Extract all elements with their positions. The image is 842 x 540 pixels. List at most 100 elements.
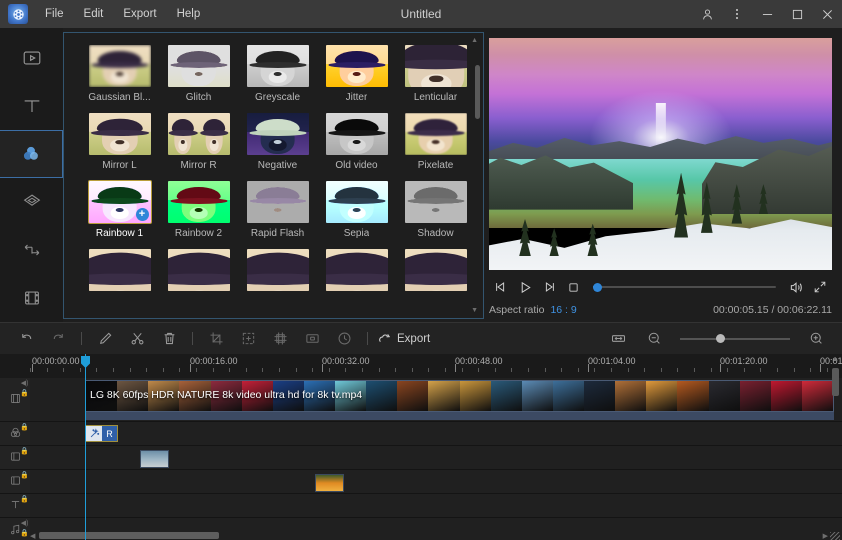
redo-button[interactable] [45,326,71,352]
speed-button[interactable] [331,326,357,352]
effect-thumbnail[interactable] [405,45,467,87]
close-button[interactable] [812,0,842,28]
effect-item[interactable]: Shadow [396,181,475,239]
track-header[interactable]: 🔒 [0,422,30,445]
vscroll-up-arrow[interactable]: ▲ [831,356,840,363]
track-lock-icon[interactable]: 🔒 [20,448,29,455]
zoom-slider-knob[interactable] [716,334,725,343]
aspect-ratio-value[interactable]: 16 : 9 [550,304,576,316]
timeline-horizontal-scrollbar[interactable]: ◀ ▶ [30,531,828,540]
track-lock-icon[interactable]: 🔒 [20,472,29,479]
track-lock-icon[interactable]: 🔒 [20,496,29,503]
minimize-button[interactable] [752,0,782,28]
effect-thumbnail[interactable] [168,45,230,87]
track-lane[interactable] [30,470,842,493]
export-button[interactable]: Export [377,331,430,346]
sidebar-item-effects[interactable] [0,130,63,178]
undo-button[interactable] [13,326,39,352]
effect-item[interactable]: Mirror R [159,113,238,171]
effect-thumbnail[interactable] [405,249,467,291]
track-lane[interactable]: R [30,422,842,445]
effect-item[interactable]: Negative [238,113,317,171]
effect-thumbnail[interactable]: + [89,181,151,223]
play-button[interactable] [513,275,537,299]
green-screen-button[interactable] [267,326,293,352]
track-header[interactable]: ◀) 🔒 [0,518,30,540]
library-scrollbar[interactable]: ▲ ▼ [475,39,480,312]
split-button[interactable] [124,326,150,352]
effect-thumbnail[interactable] [168,181,230,223]
sidebar-item-overlay[interactable] [0,178,63,226]
effect-item[interactable]: Sepia [317,181,396,239]
effect-item[interactable]: Jitter [317,45,396,103]
effect-thumbnail[interactable] [168,113,230,155]
scroll-up-arrow[interactable]: ▲ [471,37,478,44]
effect-item[interactable]: Lenticular [396,45,475,103]
clip-audio-strip[interactable] [85,412,834,420]
fit-timeline-button[interactable] [605,326,631,352]
fullscreen-button[interactable] [808,275,832,299]
effect-thumbnail[interactable] [326,45,388,87]
volume-button[interactable] [784,275,808,299]
effect-item[interactable]: Glitch [159,45,238,103]
effect-item[interactable]: Gaussian Bl... [80,45,159,103]
timeline-vertical-scrollbar[interactable]: ▲ [831,356,840,526]
maximize-button[interactable] [782,0,812,28]
account-button[interactable] [692,0,722,28]
effect-thumbnail[interactable] [168,249,230,291]
pip-clip-beach[interactable] [140,450,169,468]
menu-help[interactable]: Help [168,4,210,24]
hscroll-track[interactable] [39,532,818,539]
track-lane[interactable]: LG 8K 60fps HDR NATURE 8k video ultra hd… [30,378,842,421]
effect-thumbnail[interactable] [247,249,309,291]
track-lane[interactable] [30,446,842,469]
track-header[interactable]: 🔒 [0,470,30,493]
effect-item[interactable] [159,249,238,296]
sidebar-item-media[interactable] [0,34,63,82]
track-lock-icon[interactable]: 🔒 [20,390,29,397]
add-effect-badge[interactable]: + [136,208,149,221]
scroll-left-arrow[interactable]: ◀ [30,532,35,540]
effect-item[interactable]: + Rainbow 1 [80,181,159,239]
track-header[interactable]: 🔒 [0,446,30,469]
effect-item[interactable] [396,249,475,296]
effect-item[interactable]: Rapid Flash [238,181,317,239]
stop-button[interactable] [561,275,585,299]
track-lane[interactable] [30,494,842,517]
effect-thumbnail[interactable] [326,181,388,223]
edit-button[interactable] [92,326,118,352]
more-options-button[interactable] [722,0,752,28]
sidebar-item-elements[interactable] [0,274,63,322]
timeline-ruler[interactable]: 00:00:00.0000:00:16.0000:00:32.0000:00:4… [30,354,842,378]
effect-thumbnail[interactable] [326,113,388,155]
effect-item[interactable] [317,249,396,296]
progress-knob[interactable] [593,283,602,292]
effect-clip[interactable]: R [85,425,118,442]
effect-item[interactable] [80,249,159,296]
scroll-right-arrow[interactable]: ▶ [823,532,828,540]
effect-thumbnail[interactable] [405,181,467,223]
zoom-slider[interactable] [680,332,790,346]
library-scrollbar-thumb[interactable] [475,65,480,119]
menu-file[interactable]: File [36,4,73,24]
effect-thumbnail[interactable] [89,113,151,155]
vscroll-thumb[interactable] [832,368,839,396]
zoom-in-button[interactable] [803,326,829,352]
playhead[interactable] [85,366,86,528]
effect-item[interactable]: Old video [317,113,396,171]
effect-thumbnail[interactable] [405,113,467,155]
effect-item[interactable]: Pixelate [396,113,475,171]
playback-progress-slider[interactable] [593,277,776,297]
effect-item[interactable] [238,249,317,296]
effect-thumbnail[interactable] [89,249,151,291]
effect-thumbnail[interactable] [247,113,309,155]
effect-item[interactable]: Greyscale [238,45,317,103]
video-preview[interactable] [489,38,832,270]
zoom-out-button[interactable] [641,326,667,352]
effect-thumbnail[interactable] [247,45,309,87]
track-volume-icon[interactable]: ◀) [21,520,29,527]
track-header[interactable]: 🔒 [0,494,30,517]
menu-edit[interactable]: Edit [75,4,113,24]
prev-frame-button[interactable] [489,275,513,299]
sidebar-item-text[interactable] [0,82,63,130]
